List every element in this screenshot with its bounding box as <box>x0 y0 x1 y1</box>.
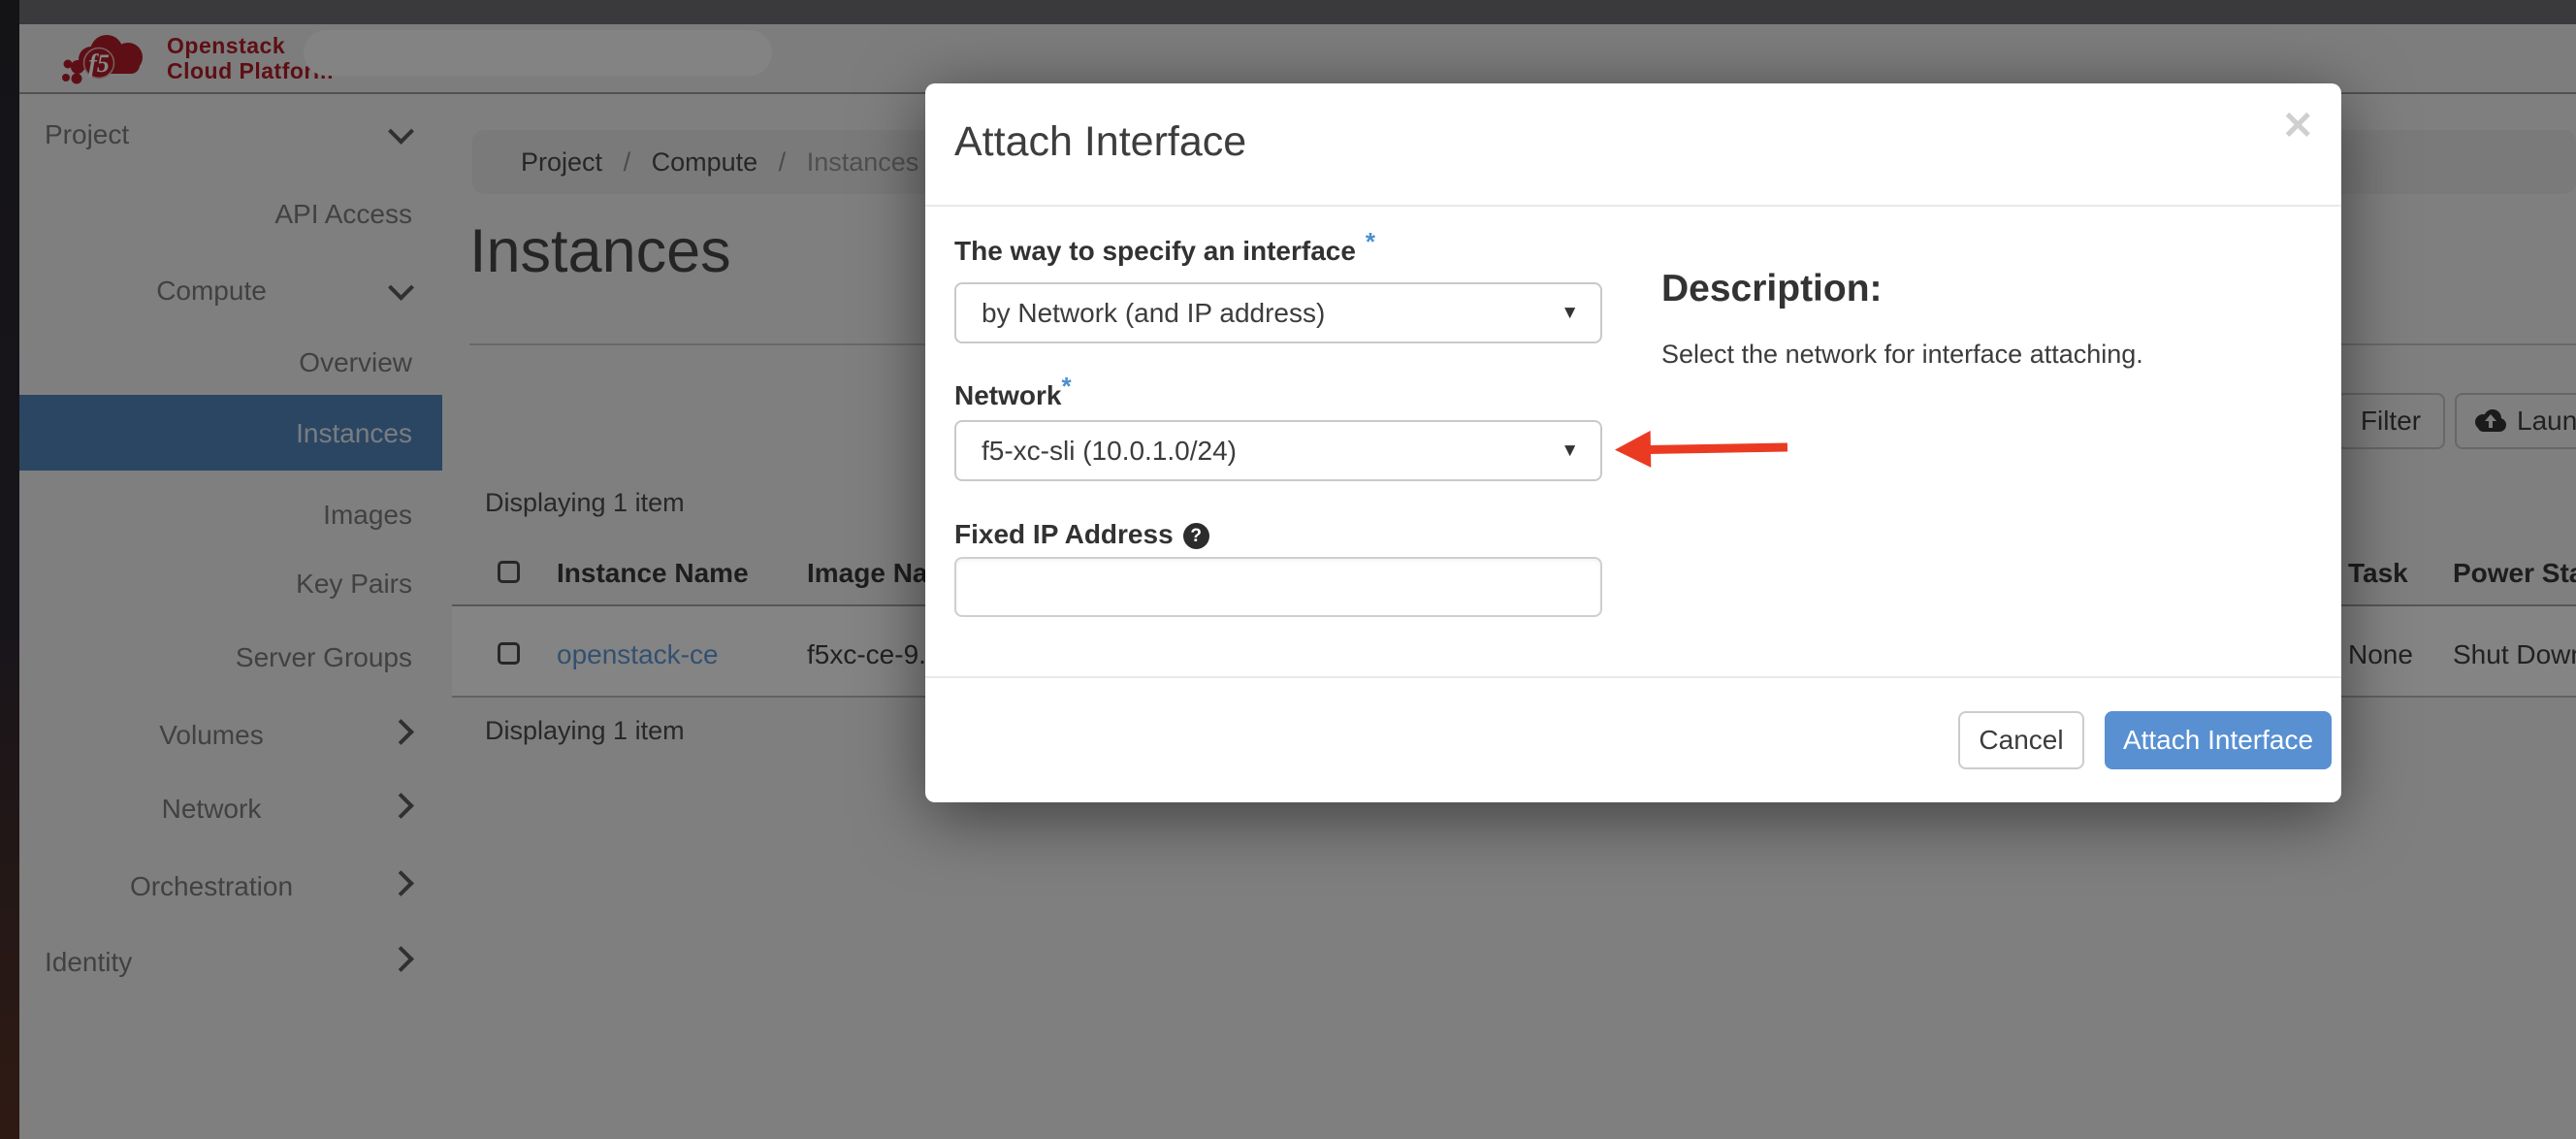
way-select[interactable]: by Network (and IP address) ▼ <box>954 282 1602 343</box>
caret-down-icon: ▼ <box>1561 422 1579 479</box>
network-field-label: Network* <box>954 380 1072 411</box>
fixed-ip-input[interactable] <box>954 557 1602 617</box>
arrow-head <box>1615 431 1652 469</box>
fixed-ip-field-label: Fixed IP Address? <box>954 519 1209 550</box>
network-field-label-text: Network <box>954 380 1061 410</box>
cancel-button[interactable]: Cancel <box>1958 711 2084 769</box>
arrow-tail <box>1648 442 1787 454</box>
fixed-ip-label-text: Fixed IP Address <box>954 519 1174 549</box>
required-asterisk: * <box>1366 227 1375 256</box>
close-icon[interactable]: ✕ <box>2281 107 2314 146</box>
caret-down-icon: ▼ <box>1561 284 1579 342</box>
desktop-left-strip <box>0 0 19 1139</box>
help-icon[interactable]: ? <box>1183 523 1209 549</box>
modal-footer-divider <box>925 676 2341 678</box>
attach-interface-button[interactable]: Attach Interface <box>2105 711 2332 769</box>
network-select-value: f5-xc-sli (10.0.1.0/24) <box>982 436 1237 466</box>
modal-header-divider <box>925 205 2341 207</box>
description-heading: Description: <box>1661 268 1883 310</box>
required-asterisk: * <box>1061 372 1071 401</box>
description-text: Select the network for interface attachi… <box>1661 340 2143 370</box>
modal-title: Attach Interface <box>954 118 1246 166</box>
network-select[interactable]: f5-xc-sli (10.0.1.0/24) ▼ <box>954 420 1602 481</box>
browser-viewport: f5 Openstack Cloud Platform Project API … <box>19 24 2576 1139</box>
annotation-arrow-icon <box>1615 428 1790 470</box>
way-field-label-text: The way to specify an interface <box>954 236 1356 266</box>
way-field-label: The way to specify an interface* <box>954 236 1375 267</box>
desktop-top-strip <box>0 0 2576 24</box>
way-select-value: by Network (and IP address) <box>982 298 1325 328</box>
